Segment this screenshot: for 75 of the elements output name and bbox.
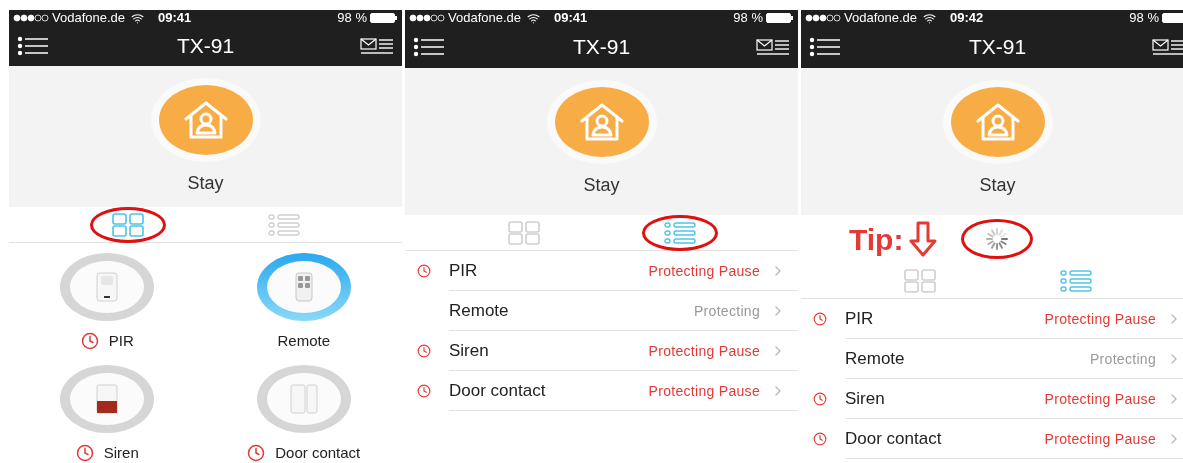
device-name: Remote xyxy=(845,348,905,371)
motion-sensor-drawing xyxy=(96,272,119,302)
mode-label: Stay xyxy=(583,174,620,197)
mail-list-icon[interactable] xyxy=(360,37,394,56)
device-name: PIR xyxy=(845,308,874,331)
door-sensor-drawing xyxy=(289,384,318,414)
device-status: Protecting Pause xyxy=(648,261,760,281)
screen-title: TX-91 xyxy=(572,34,631,61)
device-status: Protecting xyxy=(1089,349,1156,369)
device-status: Protecting Pause xyxy=(648,381,760,401)
device-tile[interactable]: Door contact xyxy=(205,365,402,463)
device-status: Protecting Pause xyxy=(1044,389,1156,409)
battery-icon xyxy=(1162,13,1183,23)
clock-time: 09:41 xyxy=(554,10,588,26)
device-name: Door contact xyxy=(845,428,942,451)
screen-title: TX-91 xyxy=(176,33,235,60)
mail-list-icon[interactable] xyxy=(1152,38,1183,56)
device-row[interactable]: Door contact Protecting Pause xyxy=(801,419,1183,459)
battery-percent: 98 % xyxy=(733,10,763,26)
wifi-icon xyxy=(527,11,541,25)
device-name: Siren xyxy=(449,340,489,363)
device-tile[interactable]: Siren xyxy=(9,365,206,463)
clock-time: 09:41 xyxy=(158,10,192,26)
mode-label: Stay xyxy=(979,174,1016,197)
carrier-label: Vodafone.de xyxy=(844,10,918,26)
house-person-icon xyxy=(182,100,229,141)
signal-icon xyxy=(13,14,49,22)
menu-icon[interactable] xyxy=(413,37,445,57)
device-tile[interactable]: PIR xyxy=(9,253,206,351)
house-person-icon xyxy=(578,102,625,142)
menu-icon[interactable] xyxy=(809,37,841,57)
device-row[interactable]: PIR Protecting Pause xyxy=(801,299,1183,339)
signal-icon xyxy=(409,14,445,22)
device-status: Protecting xyxy=(693,301,760,321)
menu-icon[interactable] xyxy=(17,36,49,57)
device-name: Siren xyxy=(845,388,885,411)
clock-time: 09:42 xyxy=(950,10,984,26)
device-row[interactable]: Remote Protecting xyxy=(405,291,798,331)
tip-label: Tip: xyxy=(849,221,904,258)
battery-icon xyxy=(370,13,398,23)
wifi-icon xyxy=(923,11,937,25)
siren-drawing xyxy=(96,384,119,414)
signal-icon xyxy=(805,14,841,22)
device-name: Door contact xyxy=(449,380,546,403)
carrier-label: Vodafone.de xyxy=(52,10,126,26)
mode-label: Stay xyxy=(187,172,224,196)
device-name: Remote xyxy=(277,330,330,351)
device-row[interactable]: PIR Protecting Pause xyxy=(405,251,798,291)
device-row[interactable]: Remote Protecting xyxy=(801,339,1183,379)
carrier-label: Vodafone.de xyxy=(448,10,522,26)
loading-spinner-icon xyxy=(986,228,1009,250)
timer-icon xyxy=(247,444,266,462)
device-name: PIR xyxy=(108,330,134,351)
screen-title: TX-91 xyxy=(968,34,1027,61)
device-name: Siren xyxy=(103,442,139,463)
battery-icon xyxy=(766,13,794,23)
device-row[interactable]: Siren Protecting Pause xyxy=(801,379,1183,419)
timer-icon xyxy=(80,332,99,350)
battery-percent: 98 % xyxy=(1129,10,1159,26)
device-status: Protecting Pause xyxy=(1044,429,1156,449)
remote-control-drawing xyxy=(294,272,313,302)
timer-icon xyxy=(75,444,94,462)
device-status: Protecting Pause xyxy=(1044,309,1156,329)
device-name: Door contact xyxy=(275,442,361,463)
house-person-icon xyxy=(974,102,1021,142)
device-row[interactable]: Door contact Protecting Pause xyxy=(405,371,798,411)
device-status: Protecting Pause xyxy=(648,341,760,361)
wifi-icon xyxy=(131,11,145,25)
device-name: PIR xyxy=(449,260,478,283)
device-row[interactable]: Siren Protecting Pause xyxy=(405,331,798,371)
mail-list-icon[interactable] xyxy=(756,38,790,56)
down-arrow-icon xyxy=(909,221,938,257)
device-tile[interactable]: Remote xyxy=(205,253,402,351)
device-name: Remote xyxy=(449,300,509,323)
battery-percent: 98 % xyxy=(337,10,367,26)
